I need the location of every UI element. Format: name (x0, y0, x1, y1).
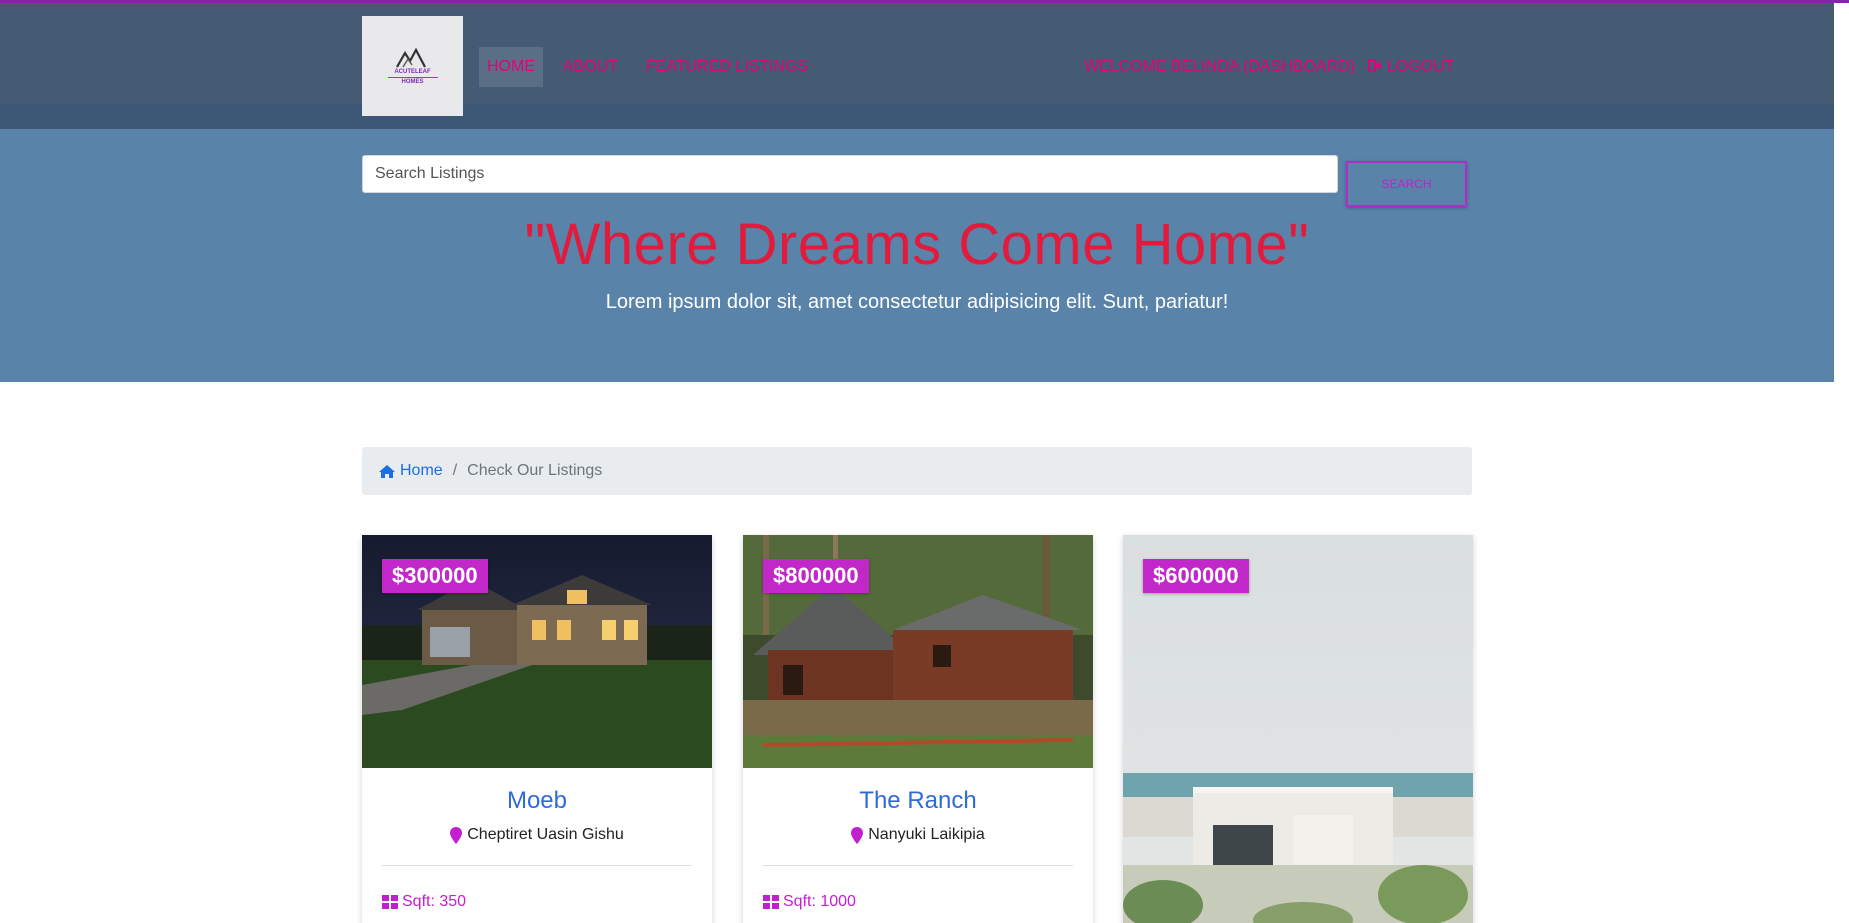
mountain-logo-icon (395, 47, 426, 68)
listing-location-label: Nanyuki Laikipia (868, 826, 985, 843)
price-badge: $600000 (1143, 559, 1249, 593)
hero-title: "Where Dreams Come Home" (524, 212, 1310, 277)
logo-divider (387, 76, 438, 78)
logout-icon (1368, 47, 1383, 87)
listing-title[interactable]: The Ranch (743, 787, 1093, 815)
search-button[interactable]: SEARCH (1346, 161, 1467, 207)
navbar-bottom-strip (0, 104, 1834, 129)
top-navbar (0, 3, 1834, 104)
nav-welcome-dashboard[interactable]: WELCOME BELINDA (DASHBOARD) (1084, 47, 1355, 87)
map-marker-icon (450, 826, 463, 844)
th-large-icon (382, 895, 398, 909)
breadcrumb: Home / Check Our Listings (362, 447, 1472, 495)
listing-location-label: Cheptiret Uasin Gishu (467, 826, 624, 843)
listing-sqft: Sqft: 350 (382, 893, 466, 911)
listing-card[interactable]: $300000 Moeb Cheptiret Uasin Gishu Sqft:… (362, 535, 712, 923)
breadcrumb-home-label: Home (400, 462, 443, 479)
listing-card[interactable]: $800000 The Ranch Nanyuki Laikipia Sqft:… (743, 535, 1093, 923)
listing-location: Cheptiret Uasin Gishu (362, 826, 712, 844)
th-large-icon (763, 895, 779, 909)
listing-location: Nanyuki Laikipia (743, 826, 1093, 844)
breadcrumb-current: Check Our Listings (467, 462, 603, 479)
price-badge: $800000 (763, 559, 869, 593)
listing-sqft: Sqft: 1000 (763, 893, 856, 911)
listing-sqft-label: Sqft: 350 (402, 893, 467, 910)
brand-logo[interactable]: ACUTELEAF HOMES (362, 16, 463, 116)
price-badge: $300000 (382, 559, 488, 593)
card-divider (763, 865, 1073, 866)
nav-logout[interactable]: LOGOUT (1368, 47, 1455, 87)
nav-home[interactable]: HOME (479, 47, 543, 87)
nav-about[interactable]: ABOUT (563, 47, 618, 87)
logout-label: LOGOUT (1387, 58, 1455, 75)
listing-title[interactable]: Moeb (362, 787, 712, 815)
breadcrumb-separator: / (452, 462, 458, 479)
breadcrumb-home-link[interactable]: Home (378, 462, 443, 480)
nav-featured-listings[interactable]: FEATURED LISTINGS (646, 47, 808, 87)
hero-subtitle: Lorem ipsum dolor sit, amet consectetur … (605, 291, 1229, 313)
map-marker-icon (851, 826, 864, 844)
listing-image (1123, 535, 1473, 923)
search-input[interactable] (362, 155, 1338, 193)
page: ACUTELEAF HOMES HOME ABOUT FEATURED LIST… (0, 3, 1834, 923)
listing-card[interactable]: $600000 (1123, 535, 1473, 923)
home-icon (379, 464, 395, 478)
listing-sqft-label: Sqft: 1000 (783, 893, 856, 910)
logo-text-line2: HOMES (401, 78, 424, 85)
card-divider (382, 865, 692, 866)
logo-text-line1: ACUTELEAF (394, 68, 431, 75)
